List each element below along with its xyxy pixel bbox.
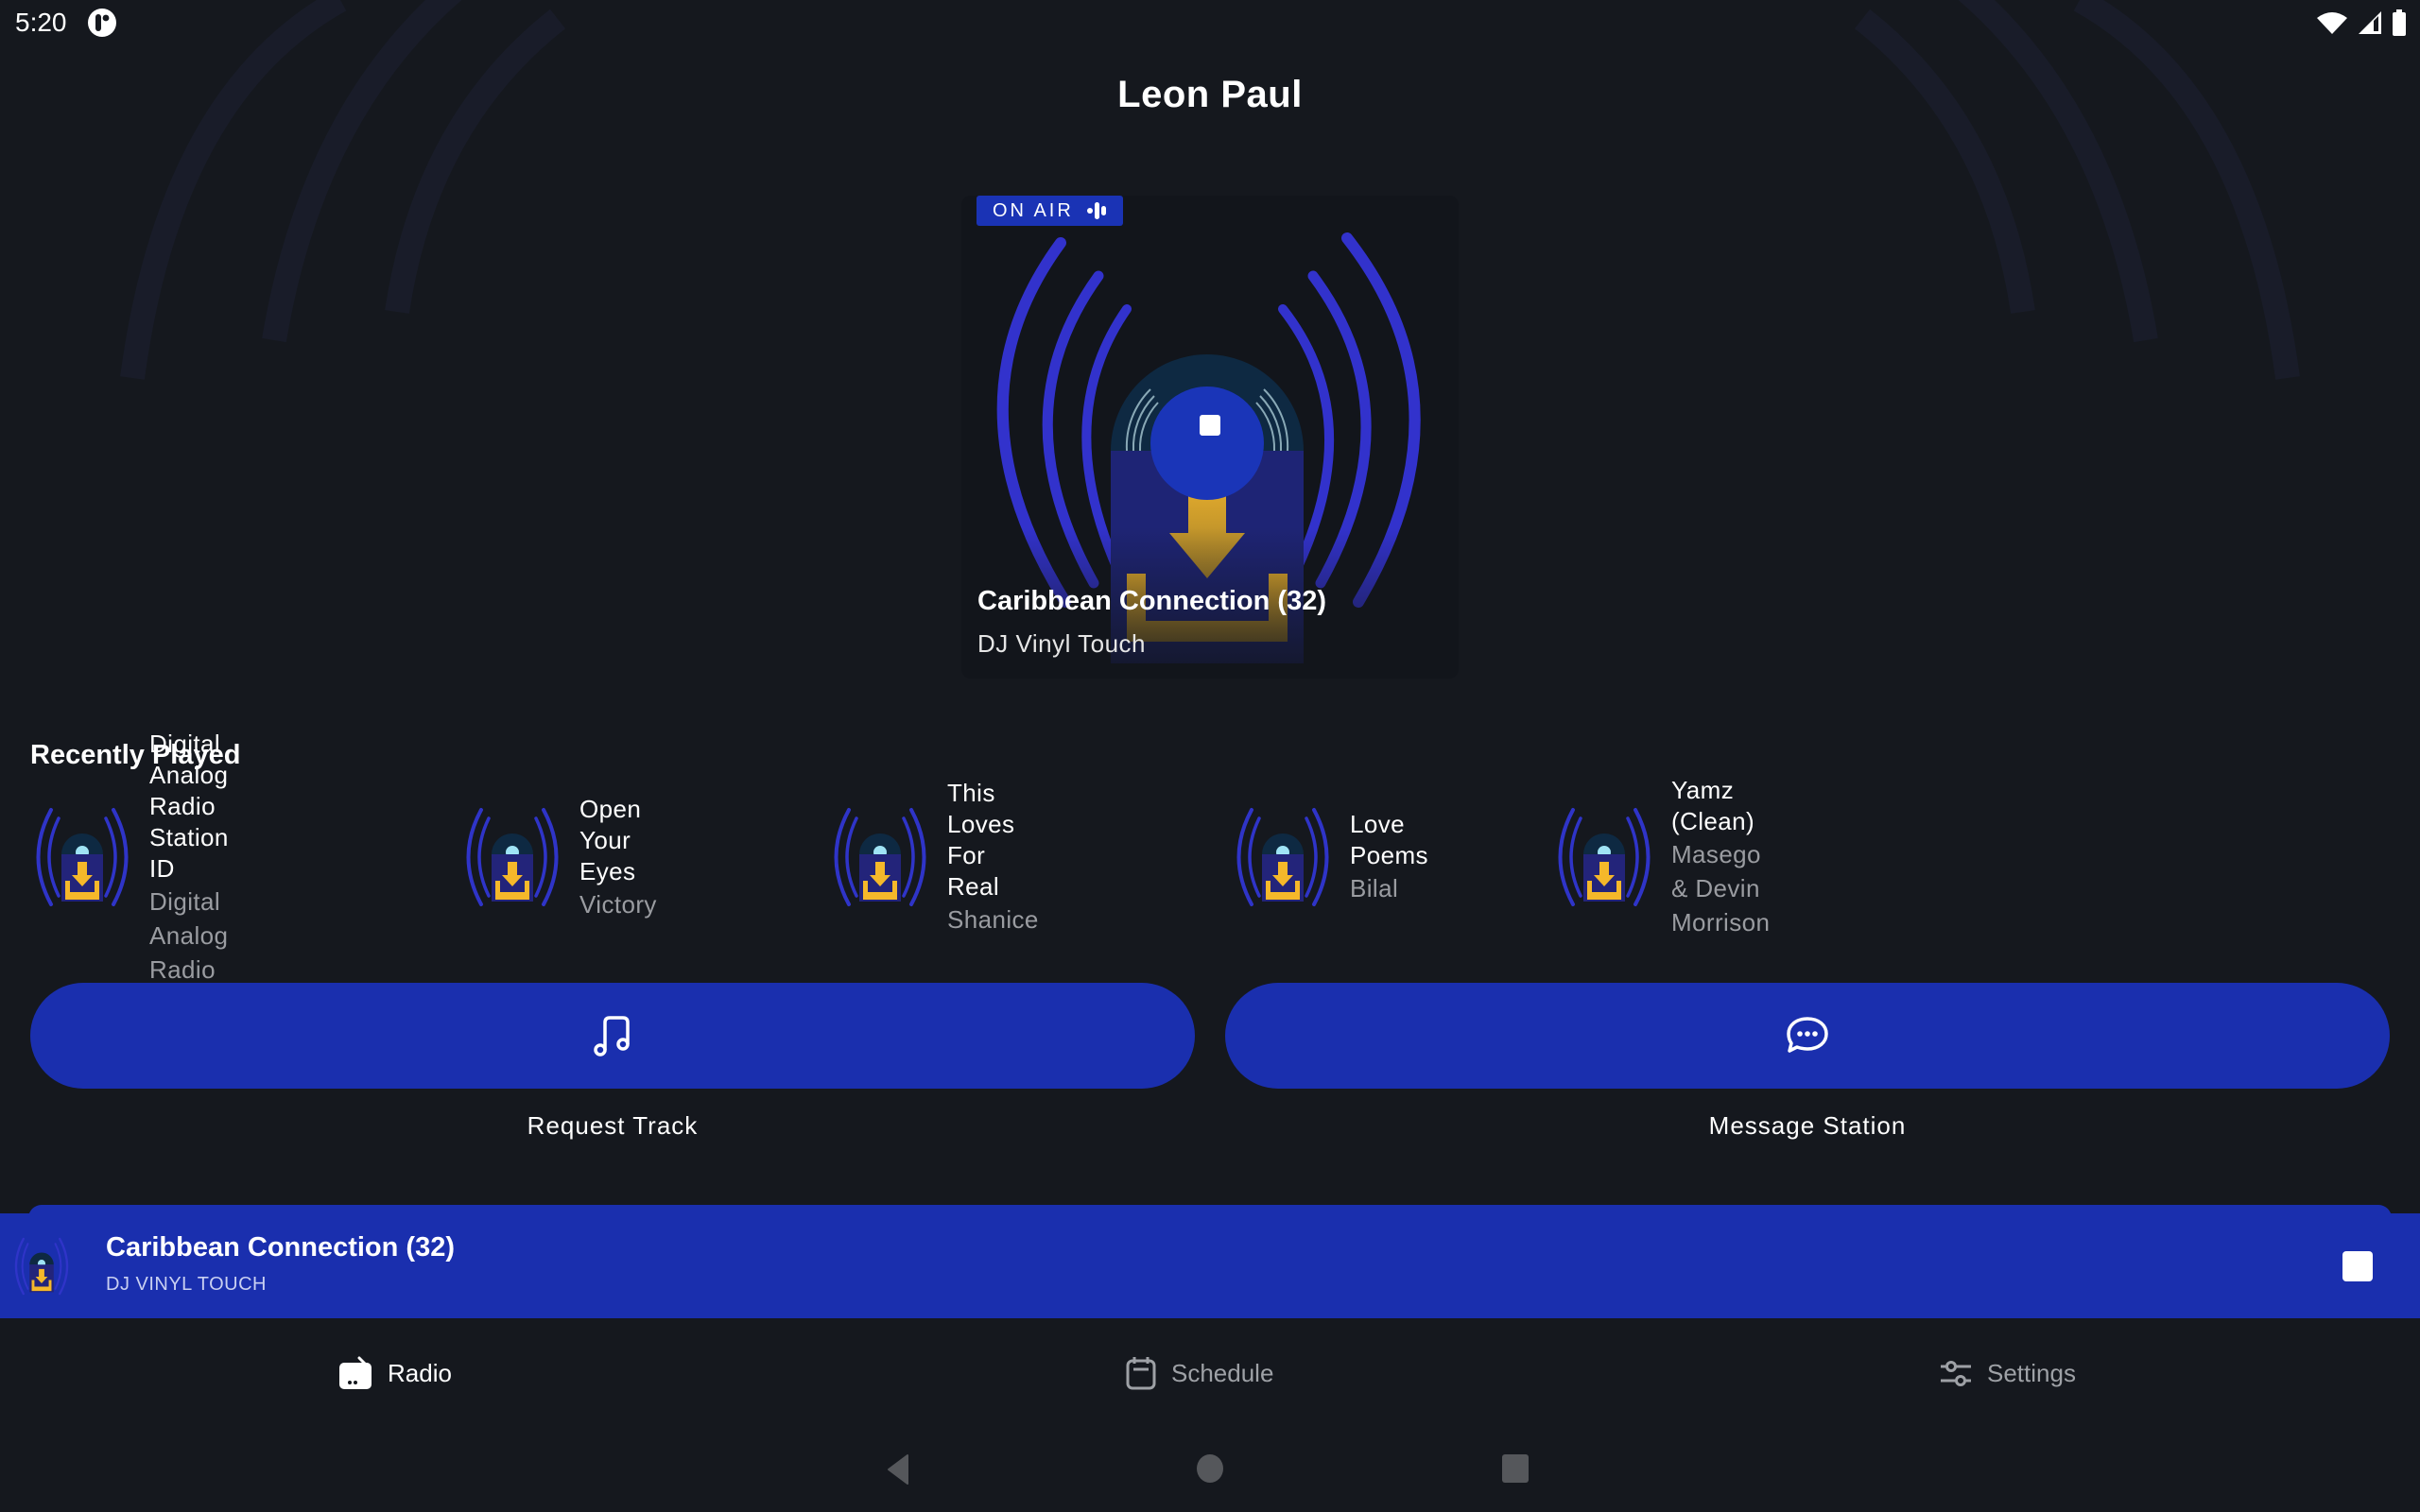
now-playing-artist: DJ Vinyl Touch <box>977 629 1147 658</box>
track-artwork <box>828 805 932 909</box>
page-title: Leon Paul <box>1117 74 1303 115</box>
radio-icon <box>339 1356 372 1389</box>
mini-player-artist: DJ VINYL TOUCH <box>106 1274 267 1295</box>
track-artwork <box>30 805 134 909</box>
calendar-icon <box>1126 1357 1156 1390</box>
tab-radio-label: Radio <box>388 1358 452 1387</box>
tab-settings[interactable]: Settings <box>1940 1354 2076 1392</box>
list-item[interactable]: Yamz (Clean) Masego & Devin Morrison <box>1552 776 1770 936</box>
audio-wave-icon <box>1086 202 1106 219</box>
track-title: Yamz (Clean) <box>1671 776 1755 835</box>
tab-schedule-label: Schedule <box>1171 1358 1274 1387</box>
bottom-nav: Radio Schedule Settings <box>0 1318 2420 1427</box>
track-title-cont: Station ID <box>149 822 229 883</box>
track-artist: Masego & Devin Morrison <box>1671 840 1771 936</box>
mini-player[interactable]: Caribbean Connection (32) DJ VINYL TOUCH <box>0 1213 2420 1318</box>
request-track-label: Request Track <box>527 1111 699 1140</box>
mini-player-title: Caribbean Connection (32) <box>106 1232 455 1263</box>
battery-icon <box>2393 9 2406 36</box>
chat-bubble-icon <box>1787 1017 1828 1053</box>
track-title: Digital Analog Radio <box>149 729 229 820</box>
now-playing-title: Caribbean Connection (32) <box>977 586 1326 616</box>
sliders-icon <box>1941 1361 1971 1386</box>
list-item[interactable]: Love Poems Bilal <box>1231 805 1428 909</box>
tab-schedule[interactable]: Schedule <box>1126 1354 1273 1392</box>
track-artist: Victory <box>579 889 657 919</box>
track-title: Open Your Eyes <box>579 794 642 885</box>
tab-radio[interactable]: Radio <box>338 1354 452 1392</box>
home-button[interactable] <box>1196 1453 1224 1484</box>
track-artwork <box>460 805 564 909</box>
track-artwork <box>1552 805 1656 909</box>
wifi-icon <box>2317 12 2347 34</box>
list-item[interactable]: Digital Analog Radio Station ID Digital … <box>30 730 229 984</box>
status-time: 5:20 <box>15 8 67 37</box>
track-title: Love Poems <box>1350 810 1428 869</box>
request-track-button[interactable] <box>30 983 1195 1089</box>
mini-player-artwork <box>11 1234 72 1298</box>
message-station-label: Message Station <box>1708 1111 1907 1140</box>
app-notification-icon <box>88 9 116 37</box>
track-artist: Shanice <box>947 905 1039 934</box>
track-artwork <box>1231 805 1335 909</box>
system-navigation-bar <box>0 1427 2420 1512</box>
tab-settings-label: Settings <box>1987 1358 2076 1387</box>
list-item[interactable]: Open Your Eyes Victory <box>460 795 657 919</box>
music-note-icon <box>594 1016 630 1057</box>
status-bar: 5:20 <box>0 0 2420 47</box>
on-air-badge: ON AIR <box>977 196 1123 226</box>
stop-icon[interactable] <box>1194 409 1226 441</box>
list-item[interactable]: This Loves For Real Shanice <box>828 779 1039 934</box>
cell-signal-icon <box>2359 11 2381 34</box>
track-title: This Loves For Real <box>947 779 1015 901</box>
back-button[interactable] <box>887 1453 909 1486</box>
on-air-label: ON AIR <box>993 199 1074 221</box>
recents-button[interactable] <box>1501 1453 1530 1484</box>
stop-icon[interactable] <box>2341 1249 2375 1283</box>
message-station-button[interactable] <box>1225 983 2390 1089</box>
track-artist: Digital Analog Radio <box>149 886 229 984</box>
track-artist: Bilal <box>1350 874 1399 902</box>
